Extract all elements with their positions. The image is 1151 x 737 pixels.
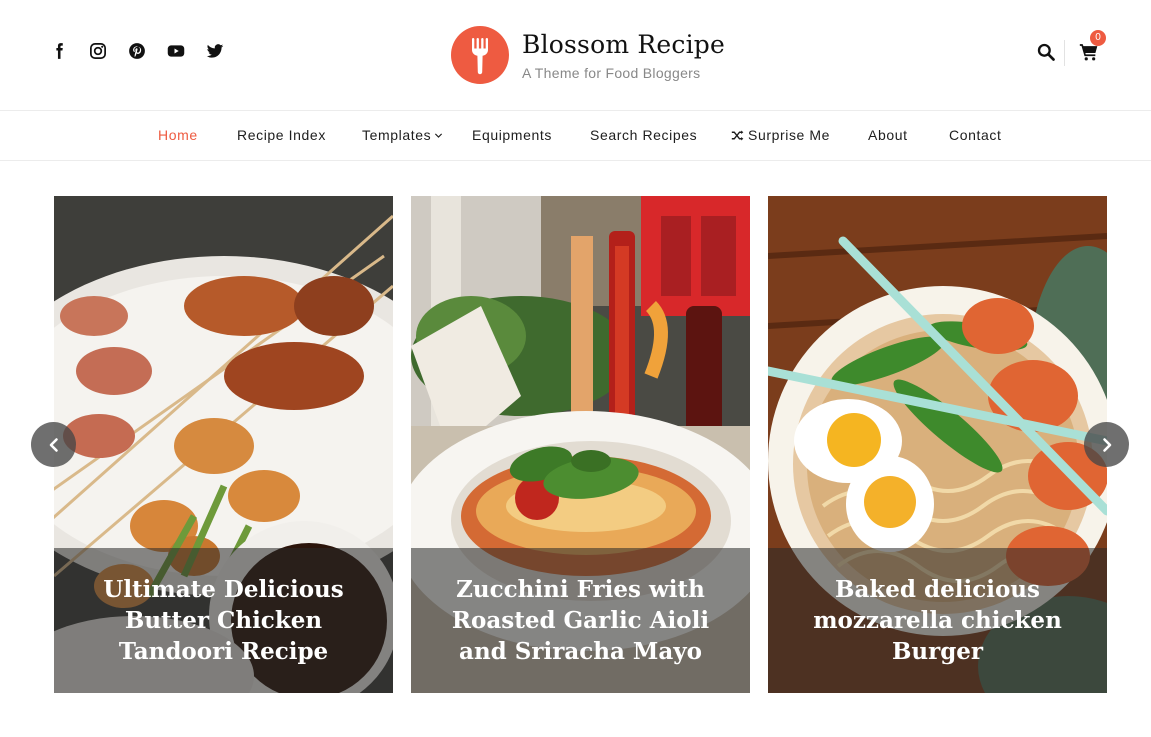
nav-item-surprise-me[interactable]: Surprise Me: [731, 111, 830, 160]
slide-title[interactable]: Baked delicious mozzarella chicken Burge…: [786, 574, 1089, 667]
search-icon[interactable]: [1036, 42, 1058, 64]
nav-item-recipe-index[interactable]: Recipe Index: [237, 111, 326, 160]
slider-next-button[interactable]: [1084, 422, 1129, 467]
cart-icon[interactable]: 0: [1079, 30, 1106, 64]
nav-item-contact[interactable]: Contact: [949, 111, 1001, 160]
nav-item-search-recipes[interactable]: Search Recipes: [590, 111, 697, 160]
nav-item-templates[interactable]: Templates: [362, 111, 443, 160]
fork-logo-icon[interactable]: [451, 26, 509, 84]
header-tools: 0: [1036, 30, 1106, 70]
nav-item-about[interactable]: About: [868, 111, 908, 160]
site-branding[interactable]: Blossom Recipe A Theme for Food Bloggers: [451, 25, 725, 85]
site-header: Blossom Recipe A Theme for Food Bloggers…: [0, 0, 1151, 111]
slide-title[interactable]: Zucchini Fries with Roasted Garlic Aioli…: [429, 574, 732, 667]
youtube-icon[interactable]: [167, 42, 187, 62]
twitter-icon[interactable]: [206, 42, 226, 62]
chevron-down-icon: [435, 133, 443, 138]
chevron-right-icon: [1102, 437, 1111, 452]
brand-text: Blossom Recipe A Theme for Food Bloggers: [522, 29, 725, 81]
slide-card[interactable]: Ultimate Delicious Butter Chicken Tandoo…: [54, 196, 393, 693]
shuffle-icon: [731, 130, 744, 141]
instagram-icon[interactable]: [89, 42, 109, 62]
slide-card[interactable]: Zucchini Fries with Roasted Garlic Aioli…: [411, 196, 750, 693]
cart-count-badge: 0: [1090, 30, 1106, 46]
header-tools-divider: [1064, 40, 1065, 66]
featured-slider: Ultimate Delicious Butter Chicken Tandoo…: [0, 196, 1151, 694]
slide-title[interactable]: Ultimate Delicious Butter Chicken Tandoo…: [72, 574, 375, 667]
nav-item-home[interactable]: Home: [158, 111, 198, 160]
slide-card[interactable]: Baked delicious mozzarella chicken Burge…: [768, 196, 1107, 693]
slide-caption: Ultimate Delicious Butter Chicken Tandoo…: [54, 548, 393, 693]
chevron-left-icon: [49, 437, 58, 452]
facebook-icon[interactable]: [50, 42, 70, 62]
site-tagline: A Theme for Food Bloggers: [522, 65, 701, 81]
nav-item-equipments[interactable]: Equipments: [472, 111, 552, 160]
main-navigation: Home Recipe Index Templates Equipments S…: [0, 111, 1151, 161]
site-title[interactable]: Blossom Recipe: [522, 29, 725, 61]
slider-prev-button[interactable]: [31, 422, 76, 467]
slide-caption: Zucchini Fries with Roasted Garlic Aioli…: [411, 548, 750, 693]
pinterest-icon[interactable]: [128, 42, 148, 62]
nav-item-surprise-me-label: Surprise Me: [748, 127, 831, 143]
nav-item-templates-label: Templates: [362, 127, 432, 143]
slide-caption: Baked delicious mozzarella chicken Burge…: [768, 548, 1107, 693]
social-links: [50, 42, 245, 62]
